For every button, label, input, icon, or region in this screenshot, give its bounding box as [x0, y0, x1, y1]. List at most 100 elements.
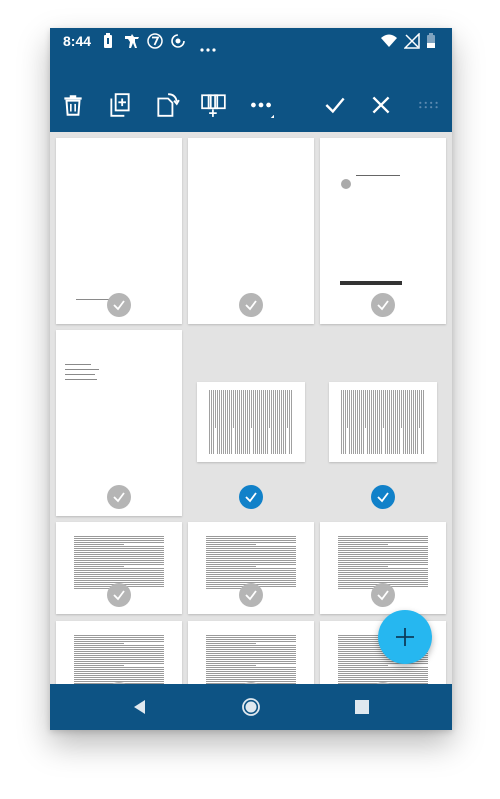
page-thumbnail-3[interactable] [320, 138, 446, 324]
delete-button[interactable] [60, 92, 86, 118]
check-icon [377, 300, 389, 311]
drag-dots-icon [419, 101, 438, 109]
rotate-button[interactable] [154, 92, 180, 118]
text-line [401, 390, 402, 429]
text-line [397, 390, 398, 454]
text-line [347, 390, 348, 429]
select-toggle[interactable] [239, 293, 263, 317]
check-icon [245, 300, 257, 311]
text-line [206, 564, 296, 565]
text-line [338, 578, 428, 579]
text-line [206, 639, 296, 640]
text-line [74, 548, 164, 549]
text-line [74, 554, 164, 555]
text-line [379, 390, 380, 454]
text-line [389, 390, 390, 454]
text-line [338, 671, 428, 672]
select-toggle-selected[interactable] [239, 485, 263, 509]
page-thumbnail-1[interactable] [56, 138, 182, 324]
text-line [206, 679, 296, 680]
text-line [74, 574, 164, 575]
text-line [247, 390, 248, 454]
select-toggle[interactable] [371, 293, 395, 317]
text-line [338, 580, 428, 581]
text-line [338, 566, 388, 567]
page-thumbnail-6[interactable] [320, 330, 446, 516]
text-line [206, 568, 296, 569]
cancel-button[interactable] [368, 92, 394, 118]
page-sheet-landscape [197, 382, 305, 462]
check-icon [377, 590, 389, 601]
page-thumbnail-10[interactable] [56, 621, 182, 684]
text-line [74, 663, 164, 664]
page-thumbnail-2[interactable] [188, 138, 314, 324]
text-line [357, 390, 358, 454]
text-line [263, 390, 264, 454]
page-thumbnail-8[interactable] [188, 522, 314, 614]
toolbar [50, 54, 452, 132]
text-line [265, 390, 266, 454]
more-button[interactable] [248, 92, 274, 118]
add-page-button[interactable] [107, 92, 133, 118]
select-toggle[interactable] [107, 293, 131, 317]
text-line [405, 390, 406, 454]
page-thumbnail-11[interactable] [188, 621, 314, 684]
text-line [74, 639, 164, 640]
text-line [399, 390, 400, 454]
text-line [338, 554, 428, 555]
text-line [74, 641, 164, 642]
text-line [338, 540, 428, 541]
text-line [206, 566, 256, 567]
drag-handle[interactable] [416, 92, 442, 118]
text-line [415, 390, 416, 454]
recents-button[interactable] [352, 697, 372, 717]
text-line [74, 645, 164, 646]
text-line [338, 562, 428, 563]
text-line [74, 655, 164, 656]
select-toggle-selected[interactable] [371, 485, 395, 509]
text-line [338, 673, 428, 674]
home-button[interactable] [241, 697, 261, 717]
battery-icon [426, 33, 436, 49]
page-thumbnail-9[interactable] [320, 522, 446, 614]
rotate-page-icon [157, 93, 180, 117]
text-line [229, 390, 230, 454]
select-toggle[interactable] [107, 485, 131, 509]
text-line [338, 556, 428, 557]
text-line [351, 390, 352, 454]
battery-saver-icon [103, 33, 113, 49]
text-line [74, 562, 164, 563]
text-line [74, 635, 164, 636]
confirm-button[interactable] [322, 92, 348, 118]
text-line [206, 542, 296, 543]
more-dots-icon [200, 39, 216, 55]
more-horizontal-icon [251, 102, 274, 118]
text-line [417, 390, 418, 454]
text-line [369, 390, 370, 454]
text-line [206, 552, 296, 553]
text-line [338, 679, 428, 680]
text-line [391, 390, 392, 454]
text-line [338, 558, 428, 559]
text-line [206, 578, 296, 579]
text-line [407, 390, 408, 454]
text-line [74, 667, 164, 668]
text-line [413, 390, 414, 454]
select-toggle[interactable] [371, 583, 395, 607]
page-thumbnail-5[interactable] [188, 330, 314, 516]
select-toggle[interactable] [107, 583, 131, 607]
seven-badge-icon [147, 33, 163, 49]
back-triangle-icon [134, 700, 145, 714]
select-toggle[interactable] [239, 583, 263, 607]
add-fab-button[interactable] [378, 610, 432, 664]
page-thumbnail-4[interactable] [56, 330, 182, 516]
page-thumbnail-7[interactable] [56, 522, 182, 614]
text-line [74, 564, 164, 565]
merge-button[interactable] [201, 92, 227, 118]
back-button[interactable] [130, 697, 150, 717]
text-line [245, 390, 246, 454]
text-line [206, 540, 296, 541]
text-line [377, 390, 378, 454]
text-line [217, 390, 218, 454]
text-line [273, 390, 274, 454]
